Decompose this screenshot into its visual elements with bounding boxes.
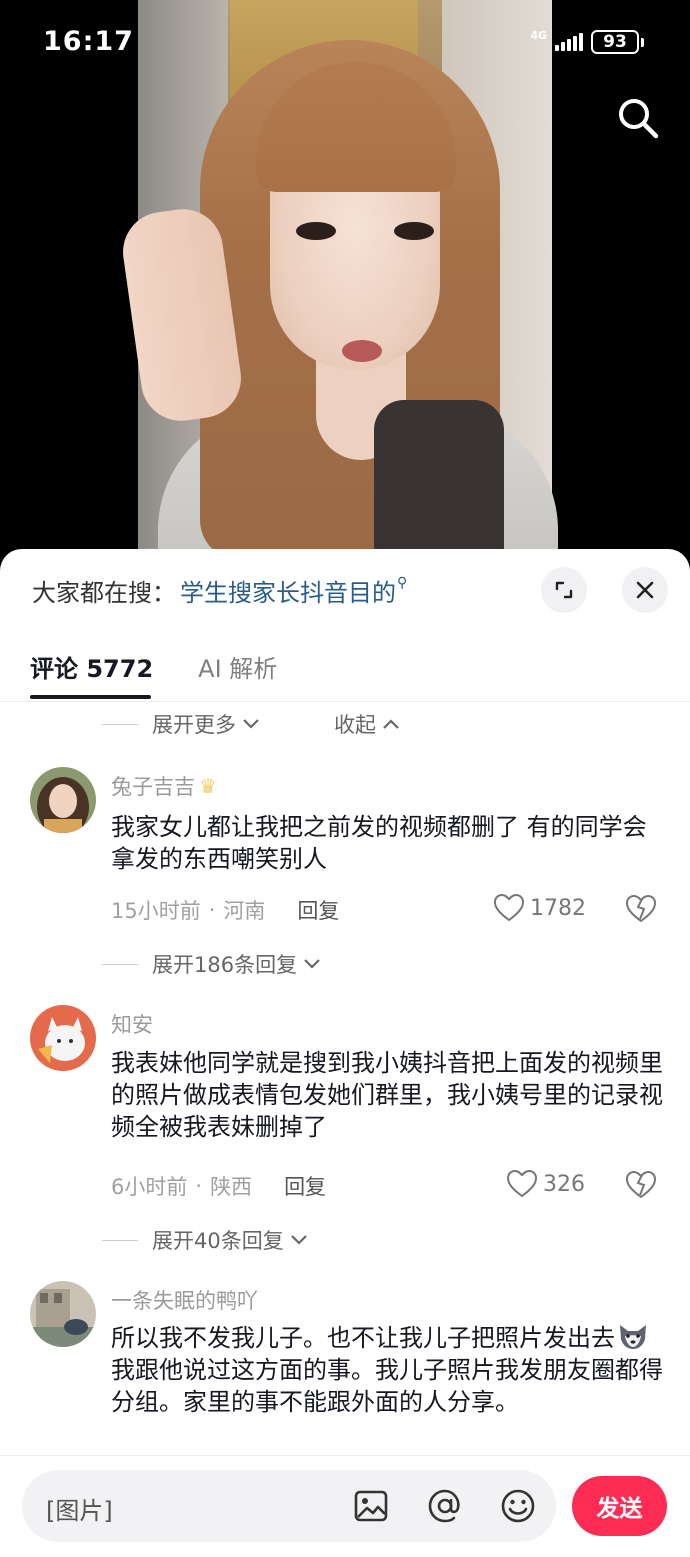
chevron-down-icon <box>304 959 320 969</box>
chevron-down-icon <box>243 719 259 729</box>
tab-ai-analysis[interactable]: AI 解析 <box>198 649 277 684</box>
video-person-eye <box>296 222 336 240</box>
comment-meta: 15小时前 · 河南 回复 <box>111 895 339 925</box>
video-frame <box>117 0 558 560</box>
status-time: 16:17 <box>43 26 134 57</box>
tab-comments[interactable]: 评论 5772 <box>30 649 153 684</box>
avatar[interactable] <box>30 1281 96 1347</box>
comment-time: 15小时前 <box>111 899 201 923</box>
comment-text[interactable]: 所以我不发我儿子。也不让我儿子把照片发出去我跟他说过这方面的事。我儿子照片我发朋… <box>111 1321 666 1418</box>
dislike-icon[interactable] <box>626 895 656 923</box>
comment-input[interactable]: [图片] <box>22 1470 556 1542</box>
comment-input-bar: [图片] 发送 <box>0 1455 690 1557</box>
trending-search-keyword[interactable]: 学生搜家长抖音目的 <box>180 573 396 608</box>
active-tab-indicator <box>30 695 151 699</box>
close-icon <box>636 581 654 599</box>
heart-icon <box>494 894 524 922</box>
like-button[interactable]: 1782 <box>494 894 586 922</box>
expand-replies-button[interactable]: 展开186条回复 <box>102 949 321 979</box>
expand-more-button[interactable]: 展开更多 <box>102 709 260 739</box>
comment-username[interactable]: 知安 <box>111 1009 153 1039</box>
comment-sheet: 大家都在搜： 学生搜家长抖音目的 ⚲ 评论 5772 AI 解析 展开更多 收起 <box>0 549 690 1557</box>
battery-icon: 93 <box>591 30 644 54</box>
expand-more-label: 展开更多 <box>152 713 236 737</box>
mention-icon[interactable] <box>426 1487 464 1525</box>
comment-username[interactable]: 兔子吉吉 ♛ <box>111 771 217 801</box>
image-icon[interactable] <box>352 1487 390 1525</box>
search-icon[interactable] <box>614 94 662 142</box>
trending-search-prefix: 大家都在搜： <box>32 579 176 607</box>
collapse-label: 收起 <box>334 713 376 737</box>
network-type: 4G <box>530 28 547 42</box>
comment-tabs: 评论 5772 AI 解析 <box>30 649 277 684</box>
small-search-icon: ⚲ <box>397 574 408 591</box>
expand-replies-label: 展开40条回复 <box>152 1229 284 1253</box>
reply-button[interactable]: 回复 <box>284 1171 326 1201</box>
like-count: 1782 <box>530 895 586 921</box>
status-icons: 4G 93 <box>530 28 644 54</box>
video-player[interactable]: 16:17 4G 93 <box>0 0 690 560</box>
fullscreen-icon <box>555 581 573 599</box>
reply-button[interactable]: 回复 <box>297 895 339 925</box>
collapse-button[interactable]: 收起 <box>334 709 400 739</box>
battery-level: 93 <box>591 30 639 54</box>
signal-icon <box>555 33 583 51</box>
comment-username[interactable]: 一条失眠的鸭吖 <box>111 1285 258 1315</box>
heart-icon <box>507 1170 537 1198</box>
like-count: 326 <box>543 1171 585 1197</box>
dislike-icon[interactable] <box>626 1171 656 1199</box>
like-button[interactable]: 326 <box>507 1170 585 1198</box>
video-person-eye <box>394 222 434 240</box>
trending-search[interactable]: 大家都在搜： 学生搜家长抖音目的 ⚲ <box>32 573 407 608</box>
expand-replies-button[interactable]: 展开40条回复 <box>102 1225 308 1255</box>
comment-location: 河南 <box>223 899 266 923</box>
chevron-up-icon <box>383 719 399 729</box>
divider <box>0 701 690 702</box>
comment-time: 6小时前 <box>111 1175 188 1199</box>
comment-text[interactable]: 我家女儿都让我把之前发的视频都删了 有的同学会拿发的东西嘲笑别人 <box>111 811 666 875</box>
expand-replies-label: 展开186条回复 <box>152 953 298 977</box>
wolf-emoji-icon <box>620 1325 646 1349</box>
comment-text[interactable]: 我表妹他同学就是搜到我小姨抖音把上面发的视频里的照片做成表情包发她们群里，我小姨… <box>111 1047 666 1143</box>
comment-meta: 6小时前 · 陕西 回复 <box>111 1171 326 1201</box>
avatar[interactable] <box>30 1005 96 1071</box>
comment-location: 陕西 <box>210 1175 253 1199</box>
video-person-top <box>374 400 504 560</box>
send-button[interactable]: 发送 <box>572 1476 667 1536</box>
crown-icon: ♛ <box>199 774 217 798</box>
comment-input-placeholder: [图片] <box>46 1497 113 1525</box>
close-button[interactable] <box>622 567 668 613</box>
avatar[interactable] <box>30 767 96 833</box>
video-person-mouth <box>342 340 382 362</box>
expand-sheet-button[interactable] <box>541 567 587 613</box>
chevron-down-icon <box>290 1235 307 1245</box>
emoji-icon[interactable] <box>499 1487 537 1525</box>
